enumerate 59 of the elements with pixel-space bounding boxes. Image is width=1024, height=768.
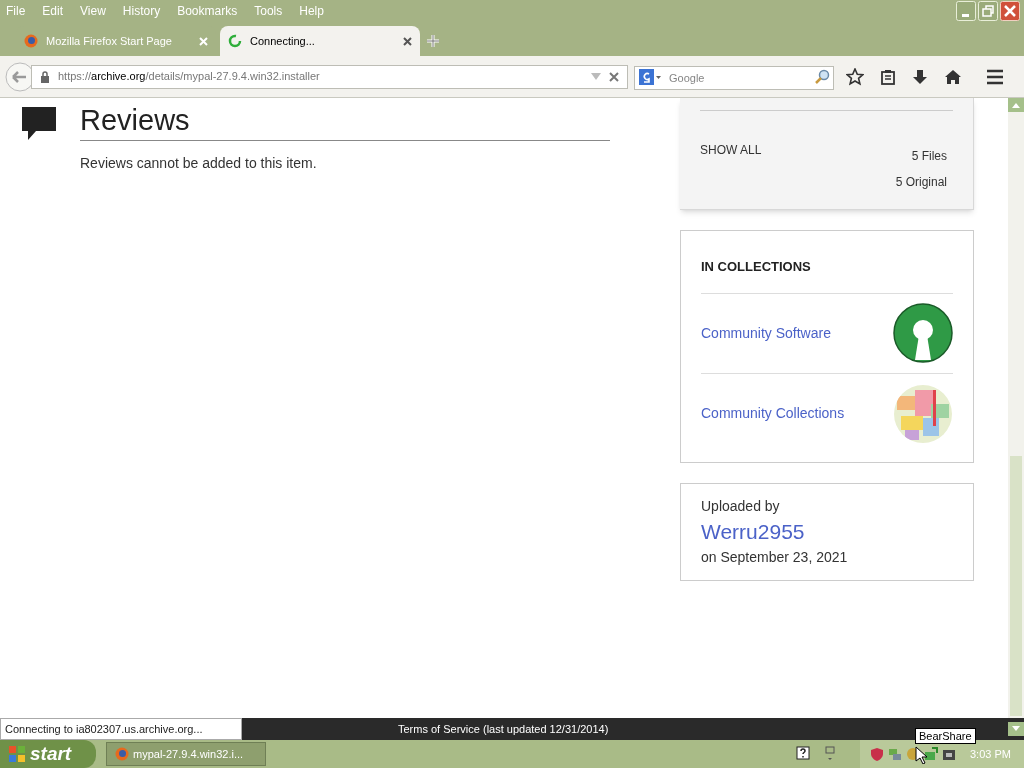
upload-date: on September 23, 2021 (701, 547, 849, 567)
home-icon[interactable] (944, 68, 962, 85)
keyhole-logo-icon (893, 303, 953, 363)
menu-item[interactable]: Bookmarks (175, 2, 240, 20)
clock: 3:03 PM (970, 746, 1011, 762)
search-engine-icon[interactable] (639, 68, 661, 85)
file-count: 5 Original (895, 174, 947, 191)
collections-heading: IN COLLECTIONS (701, 257, 953, 294)
firefox-icon (115, 747, 129, 761)
reviews-message: Reviews cannot be added to this item. (80, 154, 318, 173)
menu-icon[interactable] (986, 68, 1004, 85)
help-icon[interactable] (796, 746, 810, 762)
mouse-cursor-icon (915, 746, 927, 764)
tray-app-icon[interactable] (942, 747, 956, 761)
file-count: 5 Files (911, 148, 947, 165)
scrollbar[interactable] (1008, 98, 1024, 718)
shield-icon[interactable] (870, 747, 884, 761)
reviews-heading: Reviews (80, 104, 610, 141)
clipboard-icon[interactable] (880, 68, 896, 85)
browser-tab[interactable]: Connecting... (220, 26, 420, 56)
restore-button[interactable] (978, 1, 998, 21)
lock-icon (40, 70, 50, 83)
uploader-link[interactable]: Werru2955 (701, 516, 953, 547)
taskbar-button[interactable]: mypal-27.9.4.win32.i... (106, 742, 266, 766)
menu-item[interactable]: Tools (252, 2, 285, 20)
scroll-up-icon (1008, 98, 1024, 112)
close-icon[interactable] (403, 36, 412, 46)
uploader-label: Uploaded by (701, 496, 781, 516)
windows-icon[interactable] (824, 746, 836, 762)
status-text: Connecting to ia802307.us.archive.org... (0, 718, 242, 740)
search-field[interactable]: Google (634, 65, 834, 90)
minimize-button[interactable] (956, 1, 976, 21)
scroll-down-icon (1008, 722, 1024, 736)
collection-link[interactable]: Community Collections (701, 403, 845, 424)
tab-title: Mozilla Firefox Start Page (46, 33, 173, 49)
menu-item[interactable]: View (78, 2, 108, 20)
tooltip: BearShare (915, 728, 976, 744)
firefox-icon (24, 34, 38, 48)
menu-item[interactable]: Edit (40, 2, 66, 20)
menu-item[interactable]: Help (297, 2, 326, 20)
download-icon[interactable] (912, 68, 928, 85)
speech-bubble-icon (22, 107, 56, 141)
stop-icon[interactable] (609, 71, 619, 82)
address-field[interactable]: https://archive.org/details/mypal-27.9.4.win32.installer (31, 64, 628, 89)
start-button[interactable]: start (0, 740, 96, 768)
menu-item[interactable]: File (4, 2, 28, 20)
menu-item[interactable]: History (120, 2, 163, 20)
loading-spinner-icon (228, 34, 242, 48)
tab-title: Connecting... (250, 33, 316, 49)
terms-link[interactable]: Terms of Service (last updated 12/31/2014) (398, 720, 609, 738)
arrow-box-icon[interactable] (924, 747, 938, 761)
star-icon[interactable] (846, 67, 864, 86)
scrollbar-thumb[interactable] (1010, 456, 1022, 716)
close-button[interactable] (1000, 1, 1020, 21)
show-all-link[interactable]: SHOW ALL (700, 141, 762, 159)
url-text: https://archive.org/details/mypal-27.9.4.win32.installer (58, 69, 321, 85)
collection-link[interactable]: Community Software (701, 322, 831, 344)
windows-logo-icon (8, 745, 26, 763)
search-icon[interactable] (814, 68, 830, 85)
